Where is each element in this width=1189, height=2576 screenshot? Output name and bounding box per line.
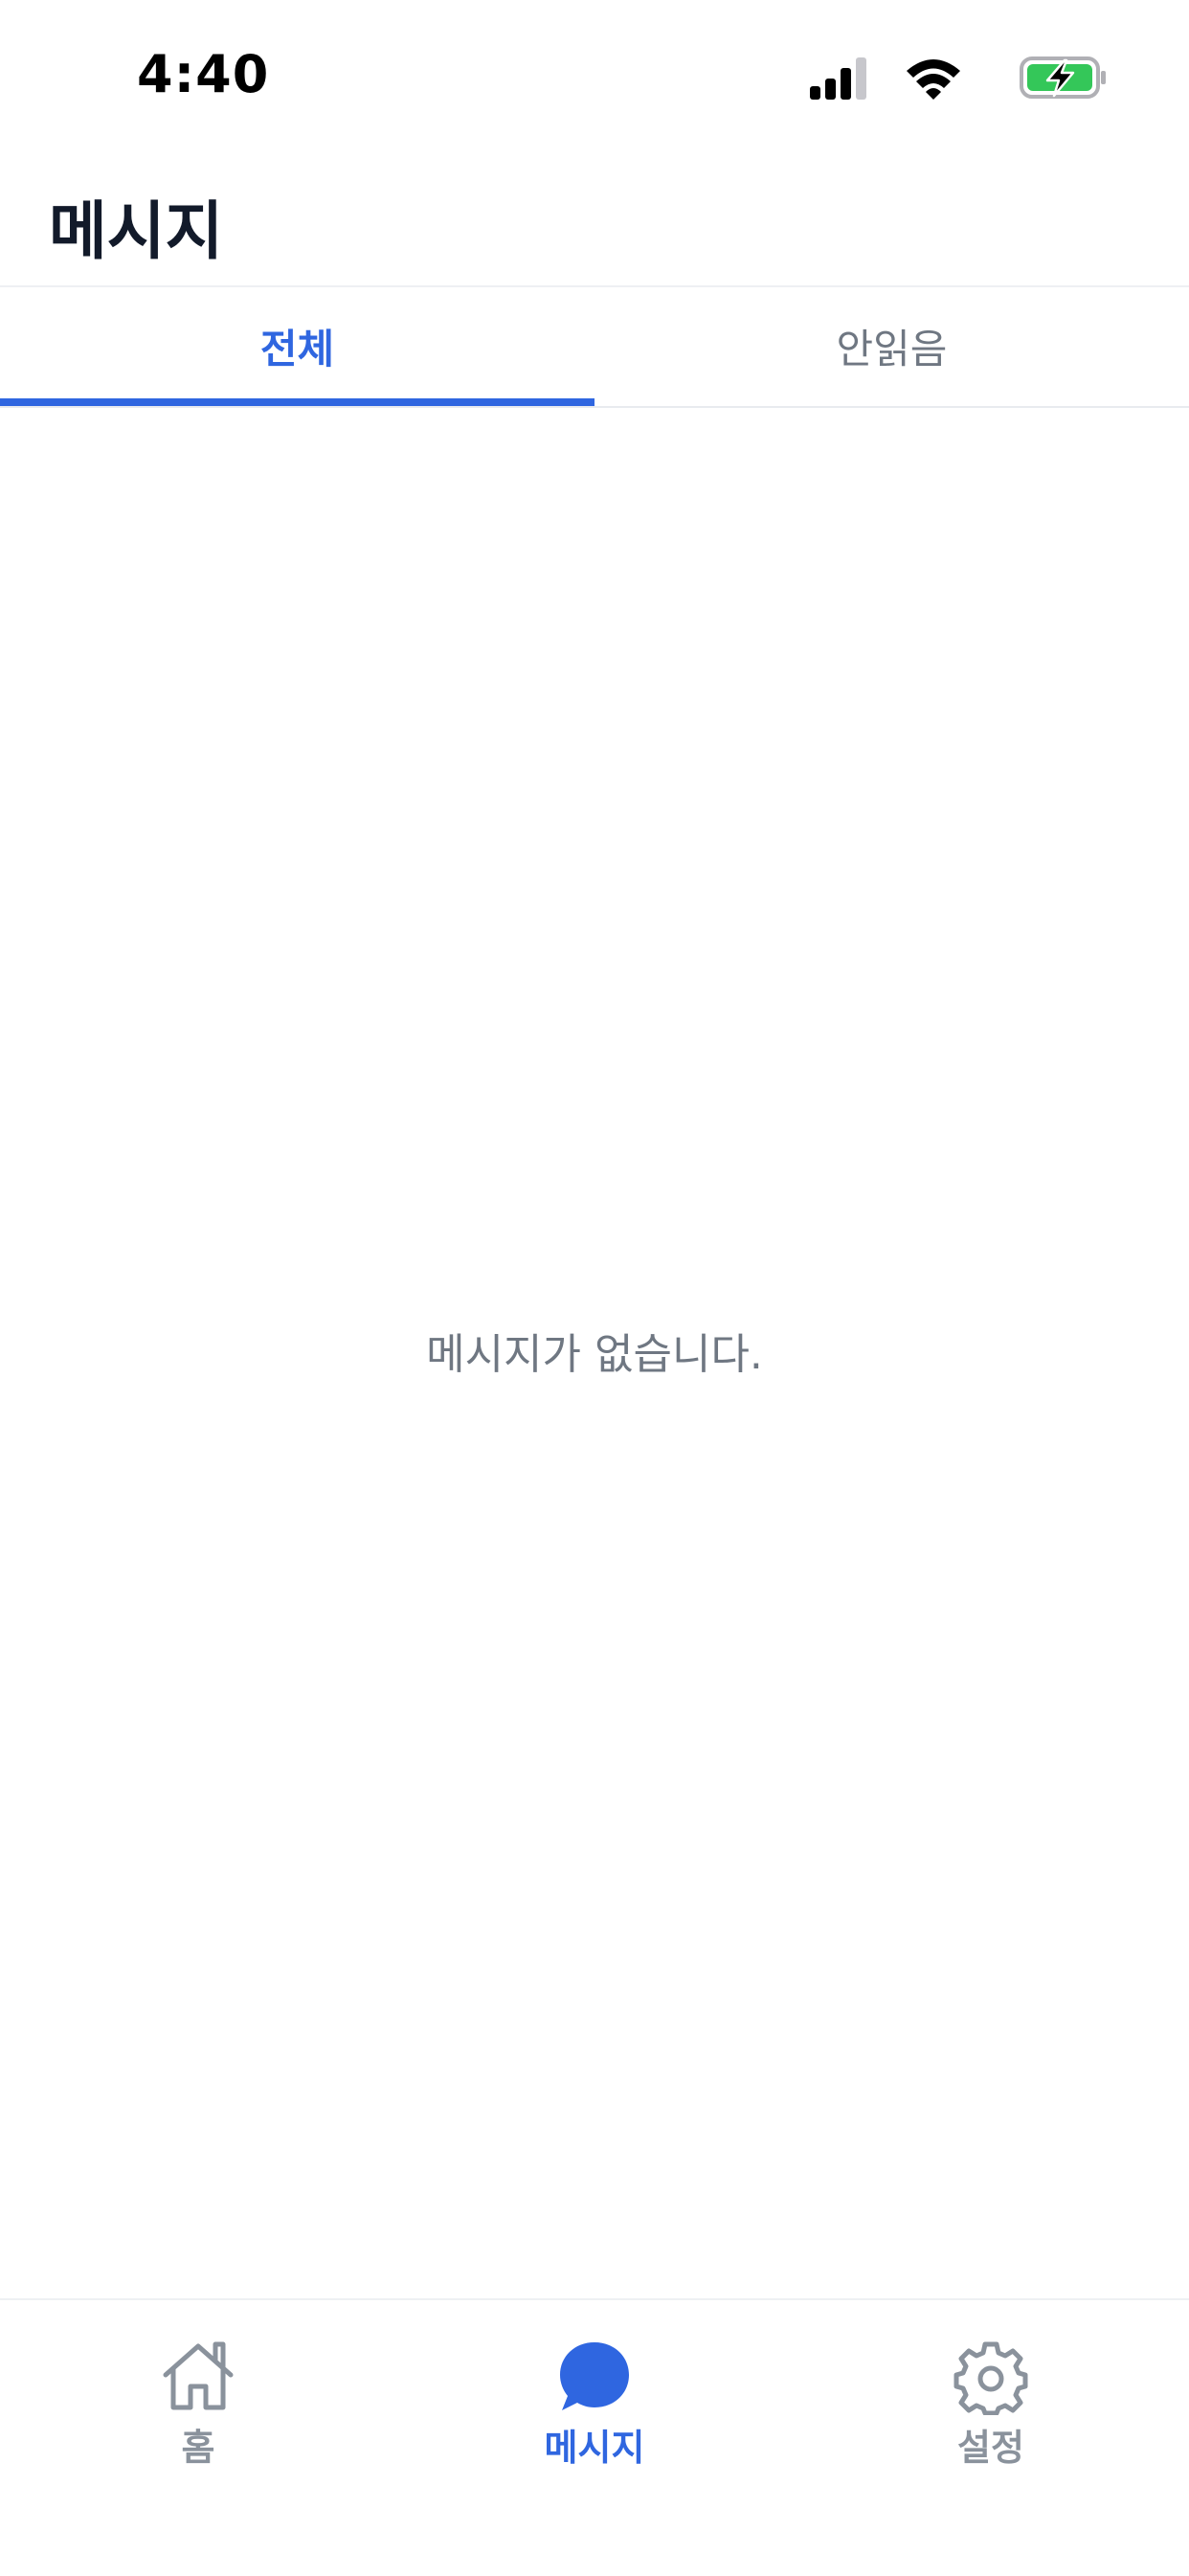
- signal-icon: [810, 57, 866, 100]
- active-tab-indicator: [0, 398, 594, 406]
- chat-bubble-icon: [560, 2342, 629, 2410]
- empty-state-message: 메시지가 없습니다.: [426, 1330, 763, 1379]
- nav-home-label: 홈: [181, 2427, 215, 2469]
- status-bar: 4:40: [0, 0, 1189, 144]
- nav-messages-label: 메시지: [544, 2427, 645, 2469]
- battery-charging-icon: [1020, 56, 1106, 99]
- tab-all[interactable]: 전체: [0, 285, 594, 406]
- gear-icon: [953, 2341, 1028, 2415]
- status-time: 4:40: [137, 44, 270, 104]
- wifi-icon: [907, 59, 960, 100]
- nav-settings[interactable]: 설정: [895, 2339, 1087, 2482]
- bottom-nav: 홈 메시지 설정: [0, 2298, 1189, 2576]
- home-icon: [163, 2341, 234, 2410]
- header: 메시지: [0, 144, 1189, 287]
- nav-messages[interactable]: 메시지: [499, 2339, 690, 2482]
- tab-bar: 전체 안읽음: [0, 285, 1189, 408]
- nav-settings-label: 설정: [957, 2427, 1024, 2469]
- tab-unread[interactable]: 안읽음: [594, 285, 1189, 406]
- nav-home[interactable]: 홈: [102, 2339, 294, 2482]
- page-title: 메시지: [49, 194, 224, 268]
